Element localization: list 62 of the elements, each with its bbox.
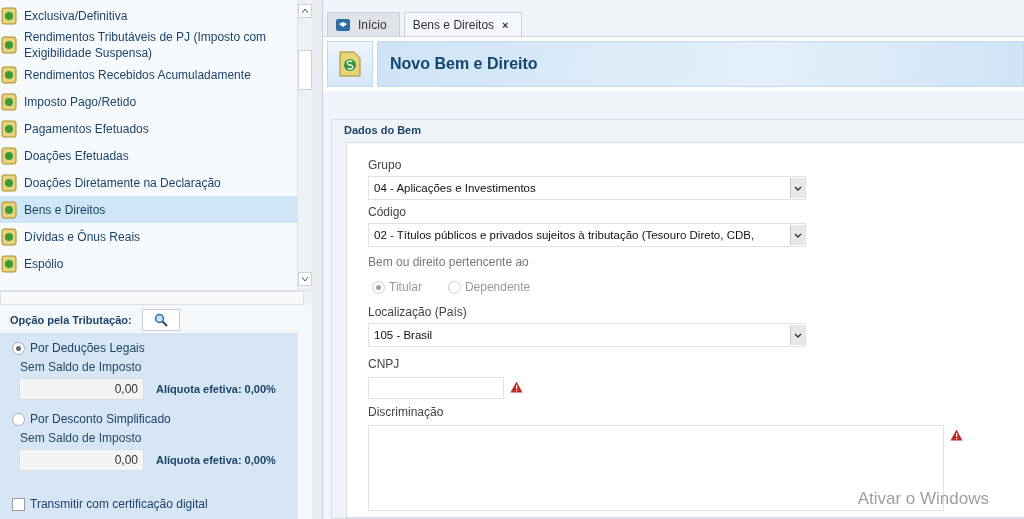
sidebar-item[interactable]: Pagamentos Efetuados [0,115,297,142]
field-label: Discriminação [368,404,445,421]
rate-text: Alíquota efetiva: 0,00% [156,383,276,395]
caret-up-icon [302,9,308,13]
caret-icon [794,185,802,191]
field-label: Código [368,204,408,221]
dropdown-field[interactable]: 04 - Aplicações e Investimentos [368,176,806,200]
sidebar-item[interactable]: Rendimentos Tributáveis de PJ (Imposto com Exigibilidade Suspensa) [0,29,297,61]
close-icon[interactable]: × [502,18,509,31]
sidebar-item[interactable]: Doações Diretamente na Declaração [0,169,297,196]
document-icon [0,227,18,246]
money-document-icon [339,51,361,77]
document-icon [0,146,18,165]
document-icon [0,92,18,111]
sidebar-item[interactable]: Rendimentos Recebidos Acumuladamente [0,61,297,88]
document-icon [0,65,18,84]
caret-icon [794,332,802,338]
home-icon [336,18,350,31]
sidebar-item[interactable]: Imposto Pago/Retido [0,88,297,115]
sidebar-item[interactable]: Espólio [0,250,297,277]
field-label: CNPJ [368,356,401,373]
caret-icon [794,232,802,238]
radio-option[interactable]: Por Desconto Simplificado [12,410,298,428]
sidebar-item[interactable]: Dívidas e Ônus Reais [0,223,297,250]
sidebar-item[interactable]: Exclusiva/Definitiva [0,2,297,29]
radio-button[interactable] [12,341,25,355]
sidebar-item[interactable]: Bens e Direitos [0,196,297,223]
status-text: Sem Saldo de Imposto [19,431,143,445]
page-title: Novo Bem e Direito [390,55,538,73]
scrollbar-thumb[interactable] [298,50,312,90]
input-field[interactable] [368,377,504,399]
amount-field: 0,00 [19,378,144,400]
document-icon [0,119,18,138]
dropdown-field[interactable]: 105 - Brasil [368,323,806,347]
status-text: Sem Saldo de Imposto [19,360,143,374]
scroll-up-button[interactable] [298,4,312,18]
checkbox[interactable] [12,497,25,511]
field-label: Grupo [368,157,403,174]
radio-button[interactable] [12,412,25,426]
rate-text: Alíquota efetiva: 0,00% [156,454,276,466]
caret-down-icon [302,277,308,281]
tab[interactable]: Início [327,12,400,36]
radio-option[interactable]: Por Deduções Legais [12,339,298,357]
field-label: Bem ou direito pertencente ao [368,254,530,271]
scroll-down-button[interactable] [298,272,312,286]
section-title: Opção pela Tributação: [10,314,132,326]
tab[interactable]: Bens e Direitos × [403,12,522,36]
document-icon [0,36,18,54]
section-title: Dados do Bem [343,123,422,138]
amount-field: 0,00 [19,449,144,471]
dropdown-field[interactable]: 02 - Títulos públicos e privados sujeitos à tributação (Tesouro Direto, CDB, [368,223,806,247]
field-label: Localização (País) [368,304,468,321]
sidebar-item[interactable]: Doações Efetuadas [0,142,297,169]
document-icon [0,254,18,273]
search-button[interactable] [141,309,180,331]
search-icon [153,313,168,327]
document-icon [0,6,18,25]
document-icon [0,200,18,219]
scrollbar-thumb[interactable] [0,291,304,305]
checkbox-option[interactable]: Transmitir com certificação digital [12,495,298,513]
document-icon [0,173,18,192]
activation-notice: Ativar o Windows [857,489,989,509]
